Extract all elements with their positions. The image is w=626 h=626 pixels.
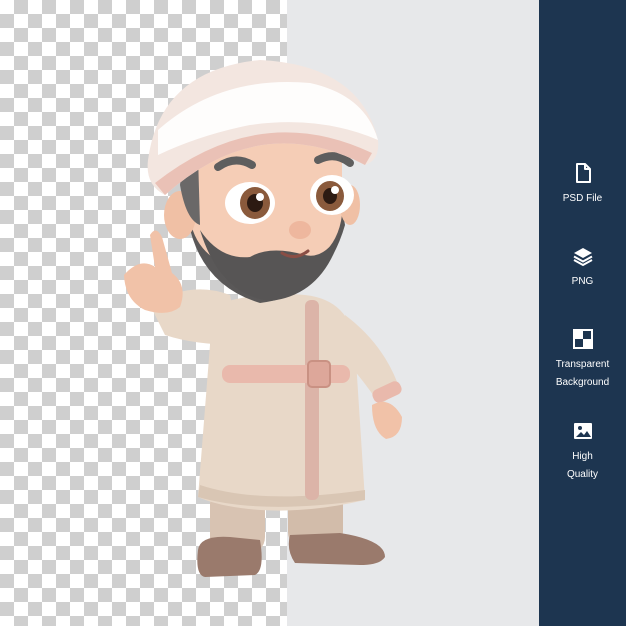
cartoon-character-illustration <box>124 60 402 577</box>
feature-label: PNG <box>571 276 594 287</box>
feature-psd-file: PSD File <box>539 162 626 206</box>
feature-label: Transparent Background <box>555 359 610 388</box>
product-preview: PSD File PNG Transparent Background High… <box>0 0 626 626</box>
feature-sidebar <box>539 0 626 626</box>
image-icon <box>573 423 592 439</box>
feature-png: PNG <box>539 245 626 289</box>
feature-label: High Quality <box>566 451 599 480</box>
feature-high-quality: High Quality <box>539 420 626 482</box>
feature-label: PSD File <box>562 193 603 204</box>
layers-icon <box>573 248 592 267</box>
transparency-grid-icon <box>572 329 593 349</box>
feature-transparent-background: Transparent Background <box>539 328 626 390</box>
file-icon <box>575 163 591 183</box>
